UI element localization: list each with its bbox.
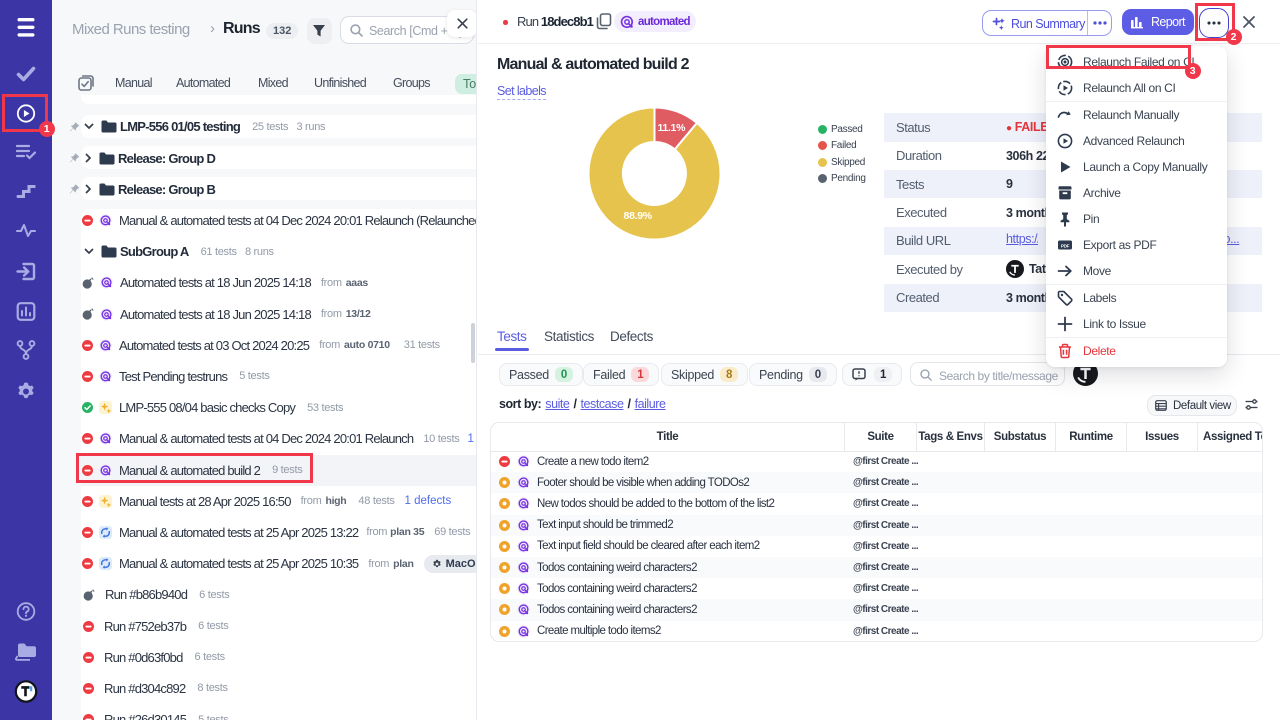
svg-text:88.9%: 88.9%	[624, 210, 653, 222]
svg-text:PDF: PDF	[1061, 243, 1070, 248]
svg-text:11.1%: 11.1%	[657, 122, 686, 134]
